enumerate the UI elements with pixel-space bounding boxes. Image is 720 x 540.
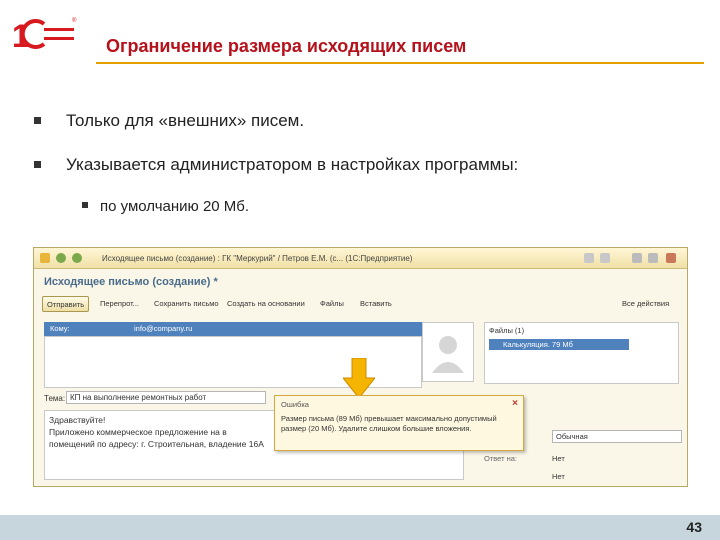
flag-value: Нет bbox=[552, 472, 565, 481]
footer-bar bbox=[0, 515, 720, 540]
to-value[interactable]: info@company.ru bbox=[134, 324, 192, 333]
sub-bullet-marker-icon bbox=[82, 202, 88, 209]
insert-button[interactable]: Вставить bbox=[360, 296, 392, 312]
files-button[interactable]: Файлы bbox=[320, 296, 344, 312]
person-icon bbox=[432, 336, 464, 373]
down-arrow-icon bbox=[343, 358, 375, 398]
svg-text:®: ® bbox=[72, 17, 77, 24]
bullet-text: Указывается администратором в настройках… bbox=[66, 155, 519, 174]
reply-to-value: Нет bbox=[552, 454, 565, 463]
error-title: Ошибка bbox=[281, 400, 309, 409]
sub-bullet-default: по умолчанию 20 Мб. bbox=[82, 198, 249, 215]
subject-input[interactable]: КП на выполнение ремонтных работ bbox=[66, 391, 266, 404]
recipient-row[interactable]: Кому: info@company.ru bbox=[44, 322, 422, 336]
error-message: Размер письма (89 Мб) превышает максимал… bbox=[281, 414, 497, 433]
bullet-text: Только для «внешних» писем. bbox=[66, 111, 305, 130]
save-button[interactable]: Сохранить письмо bbox=[154, 296, 219, 312]
close-icon[interactable]: × bbox=[512, 398, 518, 409]
create-based-on-button[interactable]: Создать на основании bbox=[227, 296, 305, 312]
contact-avatar bbox=[422, 322, 474, 382]
back-icon[interactable] bbox=[56, 253, 66, 263]
to-label: Кому: bbox=[50, 324, 70, 333]
reply-to-label: Ответ на: bbox=[484, 454, 518, 463]
app-icon bbox=[40, 253, 50, 263]
subject-label: Тема: bbox=[44, 394, 66, 403]
attachments-panel: Файлы (1) Калькуляция. 79 Мб bbox=[484, 322, 679, 384]
calendar-icon[interactable] bbox=[600, 253, 610, 263]
window-titlebar: Исходящее письмо (создание) : ГК "Меркур… bbox=[34, 248, 687, 269]
page-number: 43 bbox=[686, 519, 702, 535]
form-heading: Исходящее письмо (создание) * bbox=[44, 276, 218, 288]
calculator-icon[interactable] bbox=[584, 253, 594, 263]
1c-logo: 1 ® bbox=[12, 17, 77, 54]
title-divider bbox=[96, 62, 704, 64]
close-icon[interactable] bbox=[666, 253, 676, 263]
priority-select[interactable]: Обычная bbox=[552, 430, 682, 443]
window-title: Исходящее письмо (создание) : ГК "Меркур… bbox=[102, 254, 413, 263]
attachment-name: Калькуляция. 79 Мб bbox=[503, 340, 573, 349]
minimize-icon[interactable] bbox=[632, 253, 642, 263]
bullet-marker-icon bbox=[34, 161, 41, 168]
forward-icon[interactable] bbox=[72, 253, 82, 263]
slide: { "logo": { "text": "1С", "brand_color":… bbox=[0, 0, 720, 540]
form-toolbar: Отправить Перепрот... Сохранить письмо С… bbox=[42, 296, 682, 314]
sub-bullet-text: по умолчанию 20 Мб. bbox=[100, 198, 250, 215]
attachment-item[interactable]: Калькуляция. 79 Мб bbox=[489, 339, 629, 350]
files-header: Файлы (1) bbox=[489, 326, 525, 335]
bullet-marker-icon bbox=[34, 117, 41, 124]
send-button[interactable]: Отправить bbox=[42, 296, 90, 312]
recheck-button[interactable]: Перепрот... bbox=[100, 296, 139, 312]
error-popup: Ошибка × Размер письма (89 Мб) превышает… bbox=[274, 395, 524, 451]
all-actions-button[interactable]: Все действия bbox=[622, 296, 669, 312]
page-title: Ограничение размера исходящих писем bbox=[106, 36, 467, 56]
maximize-icon[interactable] bbox=[648, 253, 658, 263]
